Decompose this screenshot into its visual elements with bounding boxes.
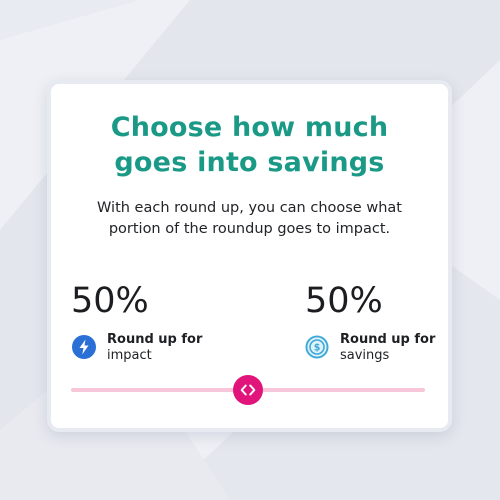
card-description-line-2: portion of the roundup goes to impact. <box>108 221 391 237</box>
svg-text:$: $ <box>314 343 321 354</box>
card-title-line-1: Choose how much <box>110 112 389 143</box>
impact-label-title: Round up for <box>107 332 203 347</box>
impact-percent: 50% <box>71 281 149 321</box>
impact-label-subtitle: impact <box>107 348 152 363</box>
card-title: Choose how much goes into savings <box>51 110 448 180</box>
impact-label: Round up for impact <box>71 332 202 364</box>
savings-label-subtitle: savings <box>340 348 390 363</box>
savings-label-title: Round up for <box>340 332 436 347</box>
card-description: With each round up, you can choose what … <box>51 198 448 240</box>
savings-card: Choose how much goes into savings With e… <box>47 80 452 432</box>
savings-percent: 50% <box>305 281 383 321</box>
chevrons-left-right-icon <box>240 384 256 396</box>
dollar-coin-icon: $ <box>305 335 329 359</box>
savings-label: $ Round up for savings <box>304 332 435 364</box>
card-title-line-2: goes into savings <box>114 147 385 178</box>
allocation-slider[interactable] <box>71 375 425 405</box>
card-description-line-1: With each round up, you can choose what <box>97 200 402 216</box>
lightning-bolt-icon <box>72 335 96 359</box>
slider-thumb[interactable] <box>233 375 263 405</box>
